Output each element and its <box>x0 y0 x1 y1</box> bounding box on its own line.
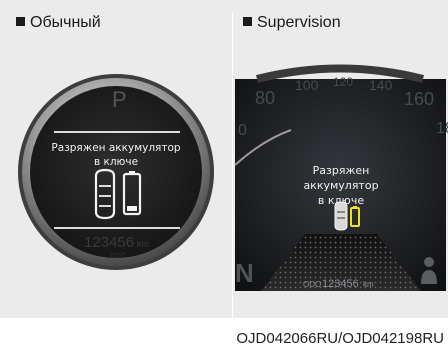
gear-indicator: P <box>112 87 127 112</box>
message-line-1: Разряжен аккумулятор <box>51 142 180 154</box>
figure-caption: OJD042066RU/OJD042198RU <box>236 330 444 347</box>
speed-tick-160: 160 <box>404 89 434 109</box>
speed-tick-80: 80 <box>255 88 275 108</box>
supervision-cluster: 80 100 120 140 160 180 0 Разряжен аккуму… <box>234 64 448 291</box>
standard-cluster: P Разряжен аккумулятор в ключе 123456 km… <box>18 74 214 270</box>
message-line-1: Разряжен <box>313 164 370 177</box>
odometer-value: 123456 <box>84 234 134 251</box>
odometer-value: 123456 <box>322 278 359 290</box>
message-line-2: в ключе <box>94 156 138 168</box>
speed-tick-120: 120 <box>333 75 353 89</box>
gear-indicator: N <box>235 258 254 288</box>
speed-tick-140: 140 <box>369 77 393 93</box>
odometer-label: ODO <box>303 280 321 289</box>
smart-key-icon <box>334 201 348 231</box>
message-line-2: аккумулятор <box>303 179 378 192</box>
speed-tick-180: 180 <box>436 120 448 137</box>
odometer-unit: km <box>363 280 374 289</box>
odometer-label: ODO <box>110 253 127 260</box>
odometer-unit: km <box>137 239 149 249</box>
speed-tick-0: 0 <box>238 122 247 139</box>
speed-tick-100: 100 <box>295 77 319 93</box>
